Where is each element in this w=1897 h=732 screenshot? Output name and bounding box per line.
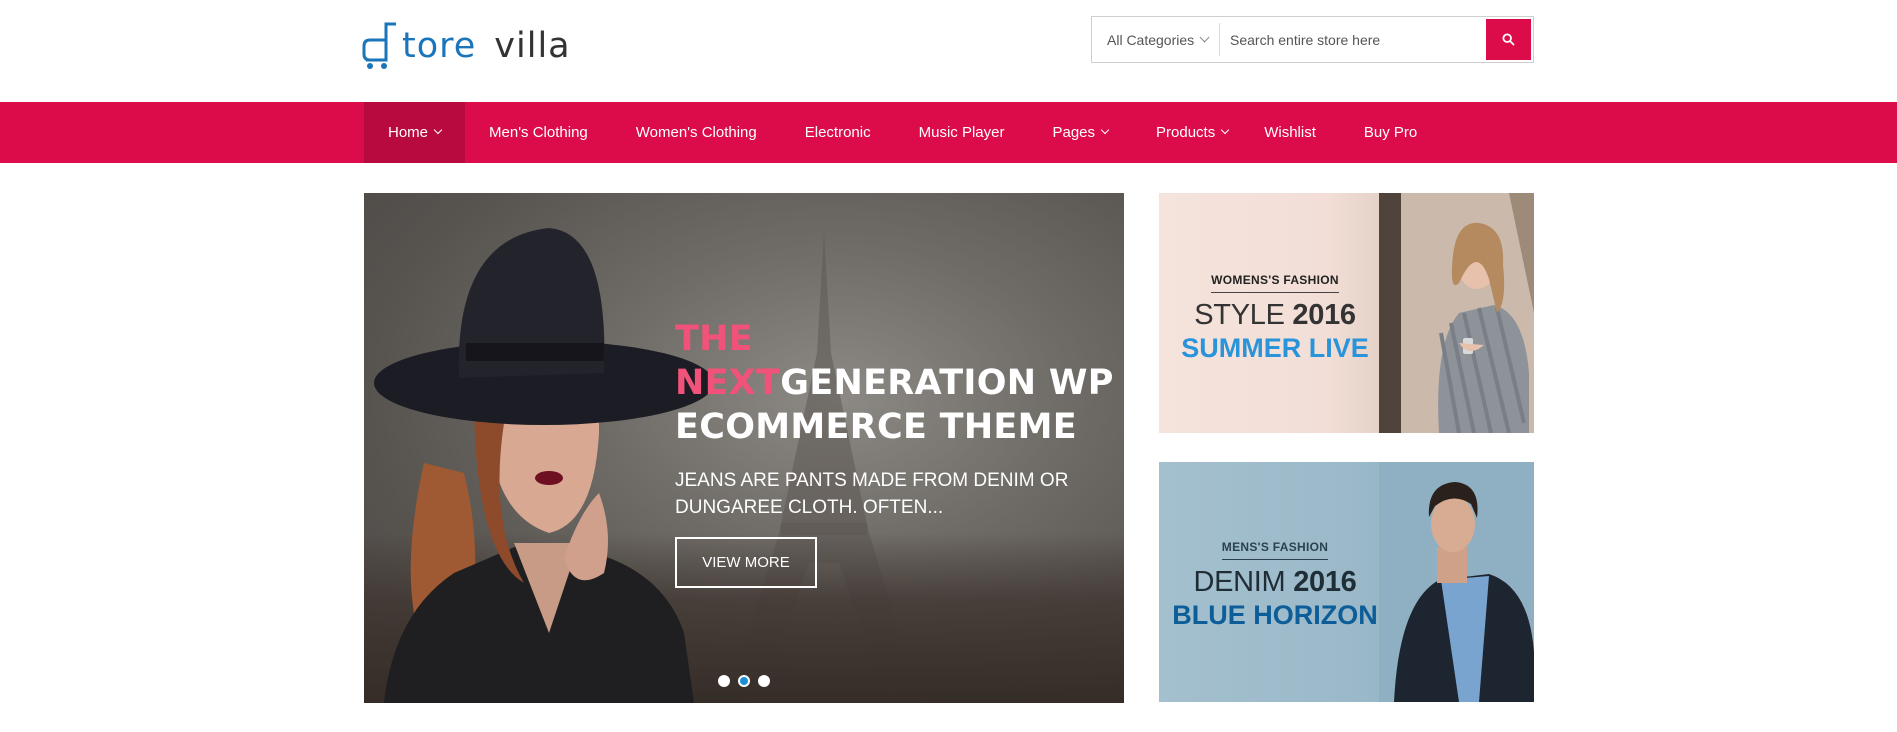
mens-banner-text: MENS'S FASHION DENIM 2016 BLUE HORIZON (1159, 538, 1391, 631)
site-logo[interactable]: tore villa (362, 18, 571, 74)
man-model-image (1379, 462, 1534, 702)
nav-items: Home Men's Clothing Women's Clothing Ele… (364, 102, 1441, 163)
chevron-down-icon (1220, 125, 1230, 135)
nav-item-label: Home (388, 124, 429, 141)
hero-caption: THE NEXTGENERATION WP ECOMMERCE THEME JE… (675, 317, 1115, 588)
womens-banner-kicker: WOMENS'S FASHION (1211, 273, 1339, 293)
nav-item-buy-pro[interactable]: Buy Pro (1340, 102, 1441, 163)
nav-item-mens-clothing[interactable]: Men's Clothing (465, 102, 612, 163)
nav-item-label: Buy Pro (1363, 124, 1418, 141)
slider-dot-1[interactable] (718, 675, 730, 687)
womens-banner-subtitle-light: STYLE (1194, 299, 1285, 331)
hero-title-main-2: ECOMMERCE THEME (675, 407, 1077, 447)
mens-banner-subtitle-bold: 2016 (1293, 566, 1357, 598)
chevron-down-icon (1100, 125, 1110, 135)
mens-banner-subtitle-light: DENIM (1193, 566, 1286, 598)
category-select-value: All Categories (1107, 31, 1195, 48)
nav-item-label: Men's Clothing (489, 124, 588, 141)
nav-item-label: Pages (1052, 124, 1096, 141)
womens-banner-headline: SUMMER LIVE (1181, 333, 1369, 363)
nav-item-home[interactable]: Home (364, 102, 466, 163)
hero-title-accent-1: THE (675, 319, 753, 359)
logo-text-primary: tore (402, 26, 477, 66)
hero-subtitle: JEANS ARE PANTS MADE FROM DENIM OR DUNGA… (675, 470, 1069, 518)
woman-model-image (1379, 193, 1534, 433)
nav-item-womens-clothing[interactable]: Women's Clothing (612, 102, 781, 163)
hero-title: THE NEXTGENERATION WP ECOMMERCE THEME (675, 317, 1115, 449)
nav-item-label: Women's Clothing (635, 124, 757, 141)
main-nav: Home Men's Clothing Women's Clothing Ele… (0, 102, 1897, 163)
mens-fashion-banner[interactable]: MENS'S FASHION DENIM 2016 BLUE HORIZON (1159, 462, 1534, 702)
slider-dot-3[interactable] (758, 675, 770, 687)
mens-banner-headline: BLUE HORIZON (1172, 600, 1378, 630)
nav-item-label: Electronic (804, 124, 871, 141)
nav-item-label: Products (1156, 124, 1216, 141)
slider-dot-2[interactable] (738, 675, 750, 687)
nav-item-label: Music Player (918, 124, 1005, 141)
chevron-down-icon (1199, 32, 1210, 43)
view-more-button[interactable]: VIEW MORE (675, 537, 817, 588)
search-icon (1502, 33, 1515, 46)
search-bar: All Categories (1091, 16, 1534, 63)
mens-banner-subtitle: DENIM 2016 (1159, 566, 1391, 599)
womens-fashion-banner[interactable]: WOMENS'S FASHION STYLE 2016 SUMMER LIVE (1159, 193, 1534, 433)
site-header: tore villa All Categories (0, 0, 1897, 102)
search-input[interactable] (1220, 17, 1484, 62)
womens-banner-text: WOMENS'S FASHION STYLE 2016 SUMMER LIVE (1159, 271, 1391, 364)
logo-text-secondary: villa (494, 26, 571, 66)
search-button[interactable] (1486, 19, 1531, 60)
nav-item-electronic[interactable]: Electronic (781, 102, 895, 163)
nav-item-label: Wishlist (1264, 124, 1316, 141)
chevron-down-icon (433, 125, 443, 135)
hero-title-main-1: GENERATION WP (780, 363, 1114, 403)
nav-item-music-player[interactable]: Music Player (895, 102, 1029, 163)
nav-item-pages[interactable]: Pages (1028, 102, 1132, 163)
womens-banner-subtitle: STYLE 2016 (1159, 299, 1391, 332)
category-select[interactable]: All Categories (1092, 17, 1220, 62)
womens-banner-subtitle-bold: 2016 (1292, 299, 1356, 331)
cart-icon (362, 22, 396, 69)
nav-item-products[interactable]: Products (1132, 102, 1240, 163)
nav-item-wishlist[interactable]: Wishlist (1240, 102, 1340, 163)
hero-title-accent-2: NEXT (675, 363, 781, 403)
slider-pagination (718, 675, 770, 687)
hero-slider: THE NEXTGENERATION WP ECOMMERCE THEME JE… (364, 193, 1124, 703)
mens-banner-kicker: MENS'S FASHION (1221, 540, 1329, 560)
